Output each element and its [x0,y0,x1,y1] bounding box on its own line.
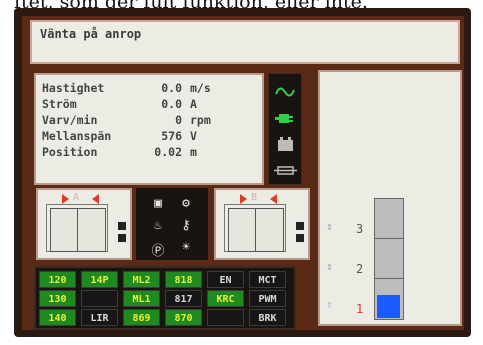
signal-cell: EN [207,271,244,288]
signal-cell [207,309,244,326]
elevator-car [377,295,400,318]
door-open-arrow-icon [62,194,69,204]
door-leaves [50,208,106,252]
door-panel-b: B [214,188,310,260]
signal-cell [81,290,118,307]
readout-row-dc-voltage: Mellanspän 576 V [42,129,262,145]
signal-cell: PWM [249,290,286,307]
status-message: Vänta på anrop [40,27,142,41]
readout-unit: rpm [190,113,211,127]
signal-cell: ML1 [123,290,160,307]
signal-grid: 120 14P ML2 818 EN MCT 130 ML1 817 KRC P… [34,266,296,330]
fire-icon: ♨ [154,218,162,233]
signal-cell: BRK [249,309,286,326]
signal-cell: 14P [81,271,118,288]
power-plug-icon [275,114,293,123]
door-panel-a: A [36,188,132,260]
door-indicator-icon [296,222,304,230]
readout-panel: Hastighet 0.0 m/s Ström 0.0 A Varv/min 0… [34,73,264,185]
readout-label: Hastighet [42,81,105,95]
readout-value: 0.0 [161,97,182,111]
readout-value: 576 [161,129,182,143]
door-close-arrow-icon [92,194,99,204]
signal-cell: 869 [123,309,160,326]
call-arrows-icon: ⇕ [326,220,333,233]
call-up-arrow-icon: ⇧ [326,298,333,311]
readout-row-position: Position 0.02 m [42,145,262,161]
status-icon-column [268,73,302,185]
signal-cell: ML2 [123,271,160,288]
readout-value: 0.02 [154,145,182,159]
shaft-floor-3 [374,198,404,240]
readout-label: Position [42,145,98,159]
readout-unit: A [190,97,197,111]
signal-cell: MCT [249,271,286,288]
readout-label: Varv/min [42,113,98,127]
readout-unit: m/s [190,81,211,95]
function-icons: ▣ ⚙ ♨ ⚷ Ⓟ ☀ [136,188,208,260]
signal-cell: 818 [165,271,202,288]
door-indicator-icon [296,234,304,242]
floor-number: 2 [356,262,364,276]
battery-icon [278,137,293,151]
readout-row-current: Ström 0.0 A [42,97,262,113]
readout-row-rpm: Varv/min 0 rpm [42,113,262,129]
signal-cell: LIR [81,309,118,326]
readout-unit: V [190,129,197,143]
call-arrows-icon: ⇕ [326,260,333,273]
signal-cell: 817 [165,290,202,307]
signal-cell: 870 [165,309,202,326]
readout-unit: m [190,145,197,159]
key-icon: ⚷ [181,218,191,233]
door-label: B [251,192,258,203]
light-icon: ☀ [182,240,190,255]
shaft-floor-2 [374,238,404,280]
door-indicator-icon [118,222,126,230]
status-message-box: Vänta på anrop [30,20,460,64]
ups-icon: ▣ [154,196,162,211]
readout-label: Ström [42,97,77,111]
readout-value: 0.0 [161,81,182,95]
floor-number: 3 [356,222,364,236]
door-leaves [228,208,284,252]
readout-row-speed: Hastighet 0.0 m/s [42,81,262,97]
signal-cell: KRC [207,290,244,307]
signal-cell: 140 [39,309,76,326]
brake-icon: ⚙ [182,196,190,211]
readout-value: 0 [175,113,182,127]
door-open-arrow-icon [240,194,247,204]
door-label: A [73,192,80,203]
fuse-icon [274,166,297,175]
signal-cell: 120 [39,271,76,288]
door-close-arrow-icon [270,194,277,204]
parking-icon: Ⓟ [151,244,165,259]
sine-wave-icon [275,87,295,97]
door-indicator-icon [118,234,126,242]
readout-label: Mellanspän [42,129,112,143]
floor-number: 1 [356,302,364,316]
signal-cell: 130 [39,290,76,307]
